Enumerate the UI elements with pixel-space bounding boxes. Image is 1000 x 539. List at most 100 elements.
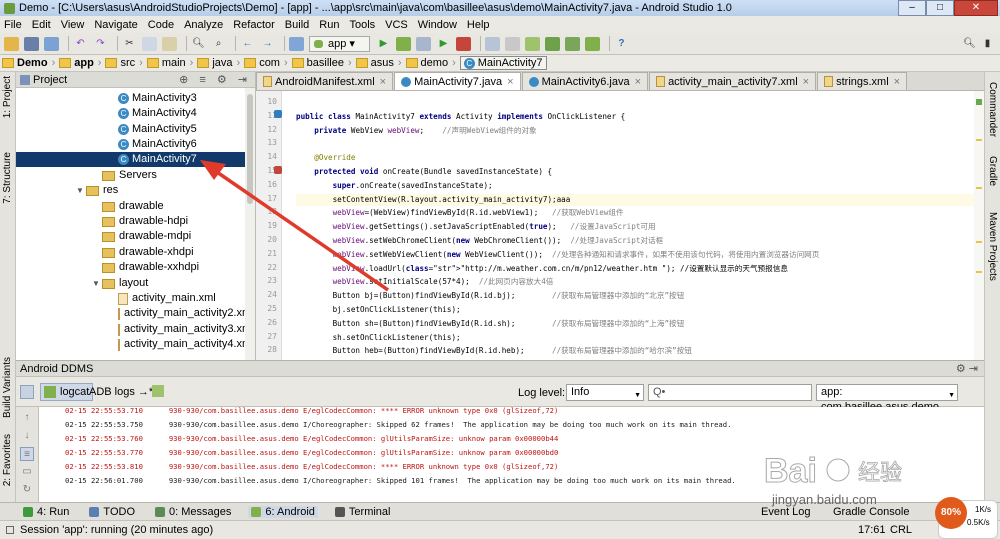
code-line[interactable]: webView.setWebViewClient(new WebViewClie… (296, 249, 974, 261)
find-icon[interactable]: 🔍︎ (191, 37, 206, 51)
sync-icon[interactable] (44, 36, 59, 51)
stop-icon[interactable] (455, 36, 471, 51)
log-entry[interactable]: 02-15 22:55:53.750 930-930/com.basillee.… (65, 418, 731, 431)
code-line[interactable] (296, 138, 974, 150)
code-line[interactable]: private WebView webView; //声明WebView组件的对… (296, 125, 974, 137)
gradle-tool-tab[interactable]: Gradle (987, 156, 998, 186)
ddms-panel-actions[interactable]: ⚙ ⇥ (956, 362, 978, 375)
search-everywhere-icon[interactable]: 🔍︎ (962, 37, 977, 51)
event-log-icon[interactable]: ▮ (980, 37, 995, 51)
tree-item-mainactivity5[interactable]: C MainActivity5 (16, 122, 245, 137)
override-gutter-icon[interactable] (274, 166, 282, 174)
error-stripe[interactable] (974, 91, 984, 360)
tree-item-activity-main-activity4-xml[interactable]: activity_main_activity4.xml (16, 337, 254, 352)
help-icon[interactable]: ? (614, 37, 629, 51)
tool-todo[interactable]: TODO (86, 506, 138, 518)
menu-refactor[interactable]: Refactor (233, 19, 275, 31)
code-line[interactable]: webView.getSettings().setJavaScriptEnabl… (296, 221, 974, 233)
tree-item-mainactivity4[interactable]: C MainActivity4 (16, 106, 245, 121)
menu-file[interactable]: File (4, 19, 22, 31)
code-line[interactable]: sh.setOnClickListener(this); (296, 332, 974, 344)
close-tab-icon[interactable]: × (894, 76, 900, 88)
project-tool-tab[interactable]: 1: Project (2, 76, 13, 118)
code-line[interactable]: protected void onCreate(Bundle savedInst… (296, 166, 974, 178)
code-line[interactable]: Button bj=(Button)findViewById(R.id.bj);… (296, 290, 974, 302)
close-button[interactable]: ✕ (954, 0, 998, 16)
build-variants-tool-tab[interactable]: Build Variants (2, 357, 13, 418)
commander-tool-tab[interactable]: Commander (987, 82, 998, 137)
project-view-select[interactable]: Project (33, 74, 67, 86)
tab-activity-main-activity7[interactable]: activity_main_activity7.xml × (649, 72, 817, 90)
menu-analyze[interactable]: Analyze (184, 19, 223, 31)
log-entry[interactable]: 02-15 22:56:01.700 930-930/com.basillee.… (65, 474, 736, 487)
close-tab-icon[interactable]: × (507, 76, 513, 88)
menu-navigate[interactable]: Navigate (94, 19, 137, 31)
tab-mainactivity6[interactable]: MainActivity6.java × (521, 72, 649, 90)
breadcrumb-demo-package[interactable]: demo › (405, 57, 456, 69)
maven-projects-tool-tab[interactable]: Maven Projects (987, 212, 998, 281)
scroll-down-icon[interactable]: ↓ (20, 429, 34, 443)
avd-manager-icon[interactable] (544, 36, 560, 51)
close-tab-icon[interactable]: × (635, 76, 641, 88)
log-level-select[interactable]: Info ▼ (566, 384, 644, 401)
code-line[interactable]: bj.setOnClickListener(this); (296, 304, 974, 316)
scroll-up-icon[interactable]: ↑ (20, 411, 34, 425)
tool-run[interactable]: 4: Run (20, 506, 72, 518)
expand-arrow-icon[interactable]: ▼ (76, 183, 86, 198)
code-editor[interactable]: 10 11 12 13 14 15 16 17 18 19 20 21 22 23 24 25 26 27 28 p… (256, 91, 984, 360)
breadcrumb-app[interactable]: app › (59, 57, 101, 69)
breadcrumb-asus[interactable]: asus › (355, 57, 402, 69)
make-project-icon[interactable] (289, 36, 304, 51)
structure-tool-tab[interactable]: 7: Structure (2, 152, 13, 204)
tree-item-activity-main-xml[interactable]: activity_main.xml (16, 291, 245, 306)
coverage-icon[interactable]: ▶ (436, 37, 451, 51)
expand-arrow-icon[interactable]: ▼ (92, 276, 102, 291)
code-line[interactable]: Button sh=(Button)findViewById(R.id.sh);… (296, 318, 974, 330)
tree-item-layout[interactable]: ▼ layout (16, 276, 245, 291)
logcat-search-input[interactable]: Q• (648, 384, 812, 401)
project-panel-actions[interactable]: ⊕ ≡ ⚙ ⇥ (179, 73, 251, 86)
tab-mainactivity7[interactable]: MainActivity7.java × (394, 72, 521, 90)
project-structure-icon[interactable] (484, 36, 500, 51)
close-tab-icon[interactable]: × (380, 76, 386, 88)
breadcrumb-java[interactable]: java › (197, 57, 240, 69)
tree-item-servers[interactable]: Servers (16, 168, 245, 183)
tool-android[interactable]: 6: Android (248, 505, 318, 518)
tree-item-activity-main-activity2-xml[interactable]: activity_main_activity2.xml (16, 306, 254, 321)
code-line[interactable]: public class MainActivity7 extends Activ… (296, 111, 974, 123)
breadcrumb-basillee[interactable]: basillee › (291, 57, 352, 69)
implements-gutter-icon[interactable] (274, 110, 282, 118)
code-area[interactable]: public class MainActivity7 extends Activ… (296, 91, 974, 360)
tool-windows-toggle-icon[interactable] (6, 526, 14, 534)
tool-messages[interactable]: 0: Messages (152, 506, 234, 518)
project-scrollbar[interactable] (245, 88, 255, 360)
menu-view[interactable]: View (61, 19, 85, 31)
code-line[interactable]: setContentView(R.layout.activity_main_ac… (296, 193, 974, 206)
tree-item-drawable-mdpi[interactable]: drawable-mdpi (16, 229, 245, 244)
restart-icon[interactable]: ↻ (20, 483, 34, 497)
tree-item-mainactivity3[interactable]: C MainActivity3 (16, 91, 245, 106)
code-line[interactable]: webView.setWebChromeClient(new WebChrome… (296, 235, 974, 247)
redo-icon[interactable]: ↷ (93, 37, 108, 51)
line-separator[interactable]: CRL (890, 524, 912, 536)
menu-help[interactable]: Help (467, 19, 490, 31)
device-icon[interactable] (20, 385, 34, 399)
code-line[interactable]: super.onCreate(savedInstanceState); (296, 180, 974, 192)
code-line[interactable]: @Override (296, 152, 974, 164)
maximize-button[interactable]: □ (926, 0, 954, 16)
close-tab-icon[interactable]: × (803, 76, 809, 88)
open-folder-icon[interactable] (4, 36, 19, 51)
settings-icon[interactable] (504, 36, 520, 51)
tree-item-mainactivity7[interactable]: C MainActivity7 (16, 152, 245, 167)
gradle-sync-icon[interactable] (524, 36, 540, 51)
replace-icon[interactable]: ⌕ (211, 37, 226, 51)
run-icon[interactable]: ▶ (376, 37, 391, 51)
breadcrumb-main[interactable]: main › (146, 57, 193, 69)
code-line[interactable] (296, 97, 974, 109)
breadcrumb-mainactivity7[interactable]: C MainActivity7 (459, 56, 547, 70)
log-entry[interactable]: 02-15 22:55:53.760 930-930/com.basillee.… (65, 432, 558, 445)
code-line[interactable]: webView=(WebView)findViewById(R.id.webVi… (296, 207, 974, 219)
menu-run[interactable]: Run (319, 19, 339, 31)
tool-terminal[interactable]: Terminal (332, 506, 394, 518)
back-icon[interactable]: ← (240, 37, 255, 51)
